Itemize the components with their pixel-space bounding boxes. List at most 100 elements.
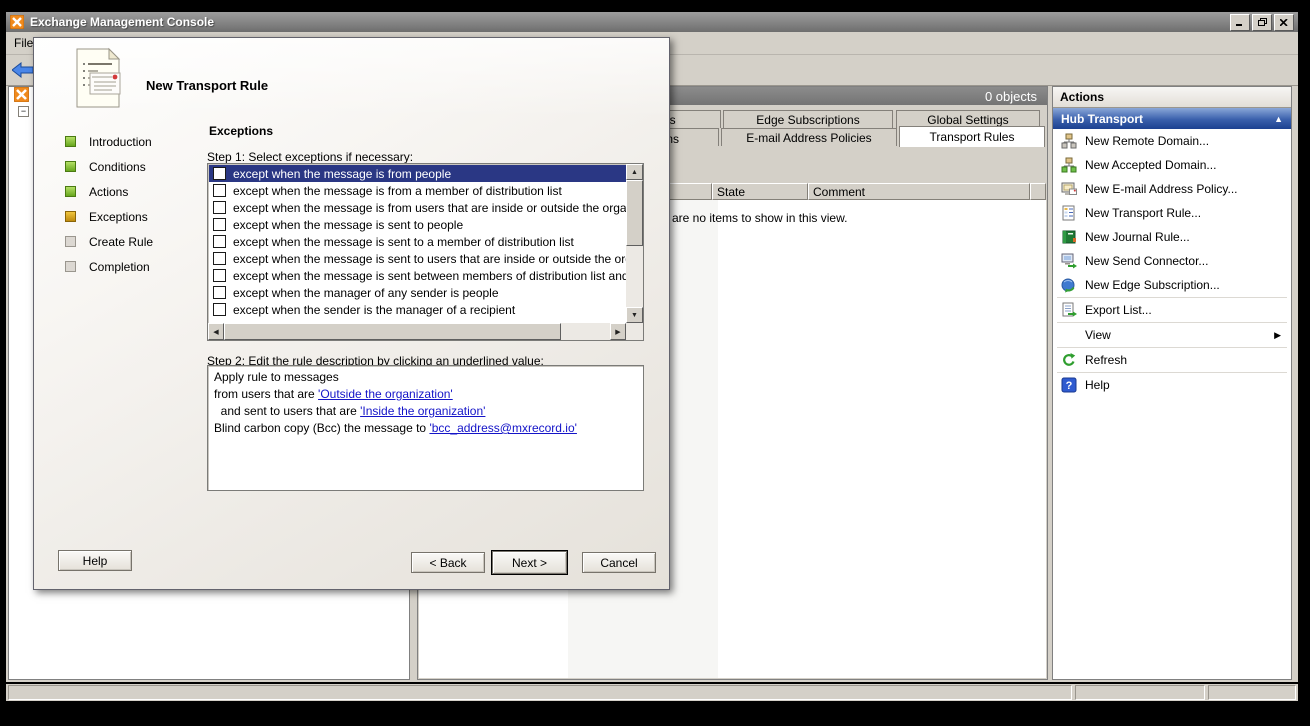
column-header-comment[interactable]: Comment bbox=[808, 183, 1030, 200]
new-transport-rule-dialog: New Transport Rule IntroductionCondition… bbox=[33, 37, 670, 590]
wizard-step-completion: Completion bbox=[65, 254, 153, 279]
rule-text: Apply rule to messages bbox=[214, 370, 339, 384]
help-button[interactable]: Help bbox=[58, 550, 132, 571]
section-title: Exceptions bbox=[209, 124, 273, 138]
checkbox-unchecked-icon[interactable] bbox=[213, 252, 226, 265]
checkbox-unchecked-icon[interactable] bbox=[213, 286, 226, 299]
remote-domain-icon bbox=[1061, 133, 1077, 149]
checkbox-unchecked-icon[interactable] bbox=[213, 184, 226, 197]
wizard-step-exceptions: Exceptions bbox=[65, 204, 153, 229]
checkbox-unchecked-icon[interactable] bbox=[213, 218, 226, 231]
tab-email-address-policies[interactable]: E-mail Address Policies bbox=[721, 128, 897, 146]
exception-item[interactable]: except when the message is from users th… bbox=[209, 199, 627, 216]
checkbox-unchecked-icon[interactable] bbox=[213, 303, 226, 316]
window-title: Exchange Management Console bbox=[30, 15, 214, 29]
dialog-header-sheen bbox=[34, 38, 669, 118]
refresh-icon bbox=[1061, 352, 1077, 368]
close-button[interactable] bbox=[1274, 14, 1294, 31]
cancel-button[interactable]: Cancel bbox=[582, 552, 656, 573]
exception-item[interactable]: except when the manager of any sender is… bbox=[209, 284, 627, 301]
wizard-step-label: Conditions bbox=[89, 160, 146, 174]
status-cell bbox=[1208, 685, 1296, 700]
horizontal-scroll-thumb[interactable] bbox=[224, 323, 561, 340]
action-new-e-mail-address-policy[interactable]: New E-mail Address Policy... bbox=[1053, 177, 1291, 201]
wizard-step-label: Completion bbox=[89, 260, 150, 274]
action-view[interactable]: View▶ bbox=[1053, 323, 1291, 347]
empty-list-text: are no items to show in this view. bbox=[672, 211, 847, 225]
scroll-down-icon: ▼ bbox=[631, 312, 638, 319]
menu-file[interactable]: File bbox=[14, 36, 33, 50]
tab-label: E-mail Address Policies bbox=[746, 131, 871, 145]
action-new-accepted-domain[interactable]: New Accepted Domain... bbox=[1053, 153, 1291, 177]
minimize-icon bbox=[1236, 15, 1244, 29]
collapse-chevron-icon[interactable]: ▲ bbox=[1274, 114, 1283, 124]
svg-text:?: ? bbox=[1066, 380, 1073, 392]
scroll-right-button[interactable]: ▶ bbox=[610, 323, 626, 340]
tab-label: Global Settings bbox=[927, 113, 1008, 127]
rule-value-link[interactable]: 'Inside the organization' bbox=[360, 404, 485, 418]
scroll-up-button[interactable]: ▲ bbox=[626, 164, 643, 180]
minimize-button[interactable] bbox=[1230, 14, 1250, 31]
back-button[interactable]: < Back bbox=[411, 552, 485, 573]
vertical-scroll-thumb[interactable] bbox=[626, 180, 643, 246]
exceptions-listbox[interactable]: except when the message is from peopleex… bbox=[207, 163, 644, 341]
action-label: New Journal Rule... bbox=[1085, 230, 1190, 244]
step1-label: Step 1: Select exceptions if necessary: bbox=[207, 150, 413, 164]
object-count: 0 objects bbox=[985, 89, 1037, 104]
rule-value-link[interactable]: 'bcc_address@mxrecord.io' bbox=[429, 421, 577, 435]
checkbox-unchecked-icon[interactable] bbox=[213, 167, 226, 180]
horizontal-scrollbar[interactable]: ◀ ▶ bbox=[208, 323, 626, 340]
step-state-icon bbox=[65, 261, 76, 272]
exception-item[interactable]: except when the message is sent between … bbox=[209, 267, 627, 284]
exception-label: except when the message is sent to users… bbox=[233, 252, 627, 266]
status-cell bbox=[8, 685, 1072, 700]
wizard-step-label: Create Rule bbox=[89, 235, 153, 249]
scroll-down-button[interactable]: ▼ bbox=[626, 307, 643, 323]
column-header-state[interactable]: State bbox=[712, 183, 808, 200]
tab-edge-subscriptions[interactable]: Edge Subscriptions bbox=[723, 110, 893, 128]
exception-item[interactable]: except when the message is sent to a mem… bbox=[209, 233, 627, 250]
submenu-arrow-icon: ▶ bbox=[1274, 330, 1281, 341]
exception-item[interactable]: except when the message is sent to users… bbox=[209, 250, 627, 267]
tree-root-exchange-icon[interactable] bbox=[14, 87, 29, 105]
action-new-transport-rule[interactable]: New Transport Rule... bbox=[1053, 201, 1291, 225]
scroll-left-icon: ◀ bbox=[213, 328, 218, 336]
tree-collapse-box-icon[interactable]: − bbox=[18, 106, 29, 117]
exception-item[interactable]: except when the message is sent to peopl… bbox=[209, 216, 627, 233]
help-icon: ? bbox=[1061, 377, 1077, 393]
tab-transport-rules[interactable]: Transport Rules bbox=[899, 126, 1045, 147]
exception-item[interactable]: except when the message is from people bbox=[209, 165, 627, 182]
scroll-left-button[interactable]: ◀ bbox=[208, 323, 224, 340]
actions-group-hub-transport[interactable]: Hub Transport ▲ bbox=[1053, 108, 1291, 129]
action-refresh[interactable]: Refresh bbox=[1053, 348, 1291, 372]
action-label: New Remote Domain... bbox=[1085, 134, 1209, 148]
back-arrow-icon bbox=[12, 62, 34, 81]
action-help[interactable]: ?Help bbox=[1053, 373, 1291, 397]
rule-value-link[interactable]: 'Outside the organization' bbox=[318, 387, 453, 401]
exception-label: except when the message is from users th… bbox=[233, 201, 627, 215]
action-new-remote-domain[interactable]: New Remote Domain... bbox=[1053, 129, 1291, 153]
journal-rule-icon bbox=[1061, 229, 1077, 245]
exception-label: except when the sender is the manager of… bbox=[233, 303, 515, 317]
action-new-journal-rule[interactable]: New Journal Rule... bbox=[1053, 225, 1291, 249]
action-export-list[interactable]: Export List... bbox=[1053, 298, 1291, 322]
checkbox-unchecked-icon[interactable] bbox=[213, 269, 226, 282]
column-label: State bbox=[717, 185, 745, 199]
rule-text: and sent to users that are bbox=[214, 404, 360, 418]
exception-item[interactable]: except when the message is from a member… bbox=[209, 182, 627, 199]
checkbox-unchecked-icon[interactable] bbox=[213, 235, 226, 248]
actions-items: New Remote Domain... New Accepted Domain.… bbox=[1053, 129, 1291, 397]
action-new-edge-subscription[interactable]: New Edge Subscription... bbox=[1053, 273, 1291, 297]
exception-item[interactable]: except when the sender is the manager of… bbox=[209, 301, 627, 318]
wizard-step-create-rule: Create Rule bbox=[65, 229, 153, 254]
rule-text: Blind carbon copy (Bcc) the message to bbox=[214, 421, 429, 435]
vertical-scrollbar[interactable]: ▲ ▼ bbox=[626, 164, 643, 323]
wizard-step-label: Introduction bbox=[89, 135, 152, 149]
next-button[interactable]: Next > bbox=[492, 551, 567, 574]
action-label: New Transport Rule... bbox=[1085, 206, 1201, 220]
restore-button[interactable] bbox=[1252, 14, 1272, 31]
tab-label: Edge Subscriptions bbox=[756, 113, 859, 127]
column-header-spacer bbox=[1030, 183, 1046, 200]
action-new-send-connector[interactable]: New Send Connector... bbox=[1053, 249, 1291, 273]
checkbox-unchecked-icon[interactable] bbox=[213, 201, 226, 214]
